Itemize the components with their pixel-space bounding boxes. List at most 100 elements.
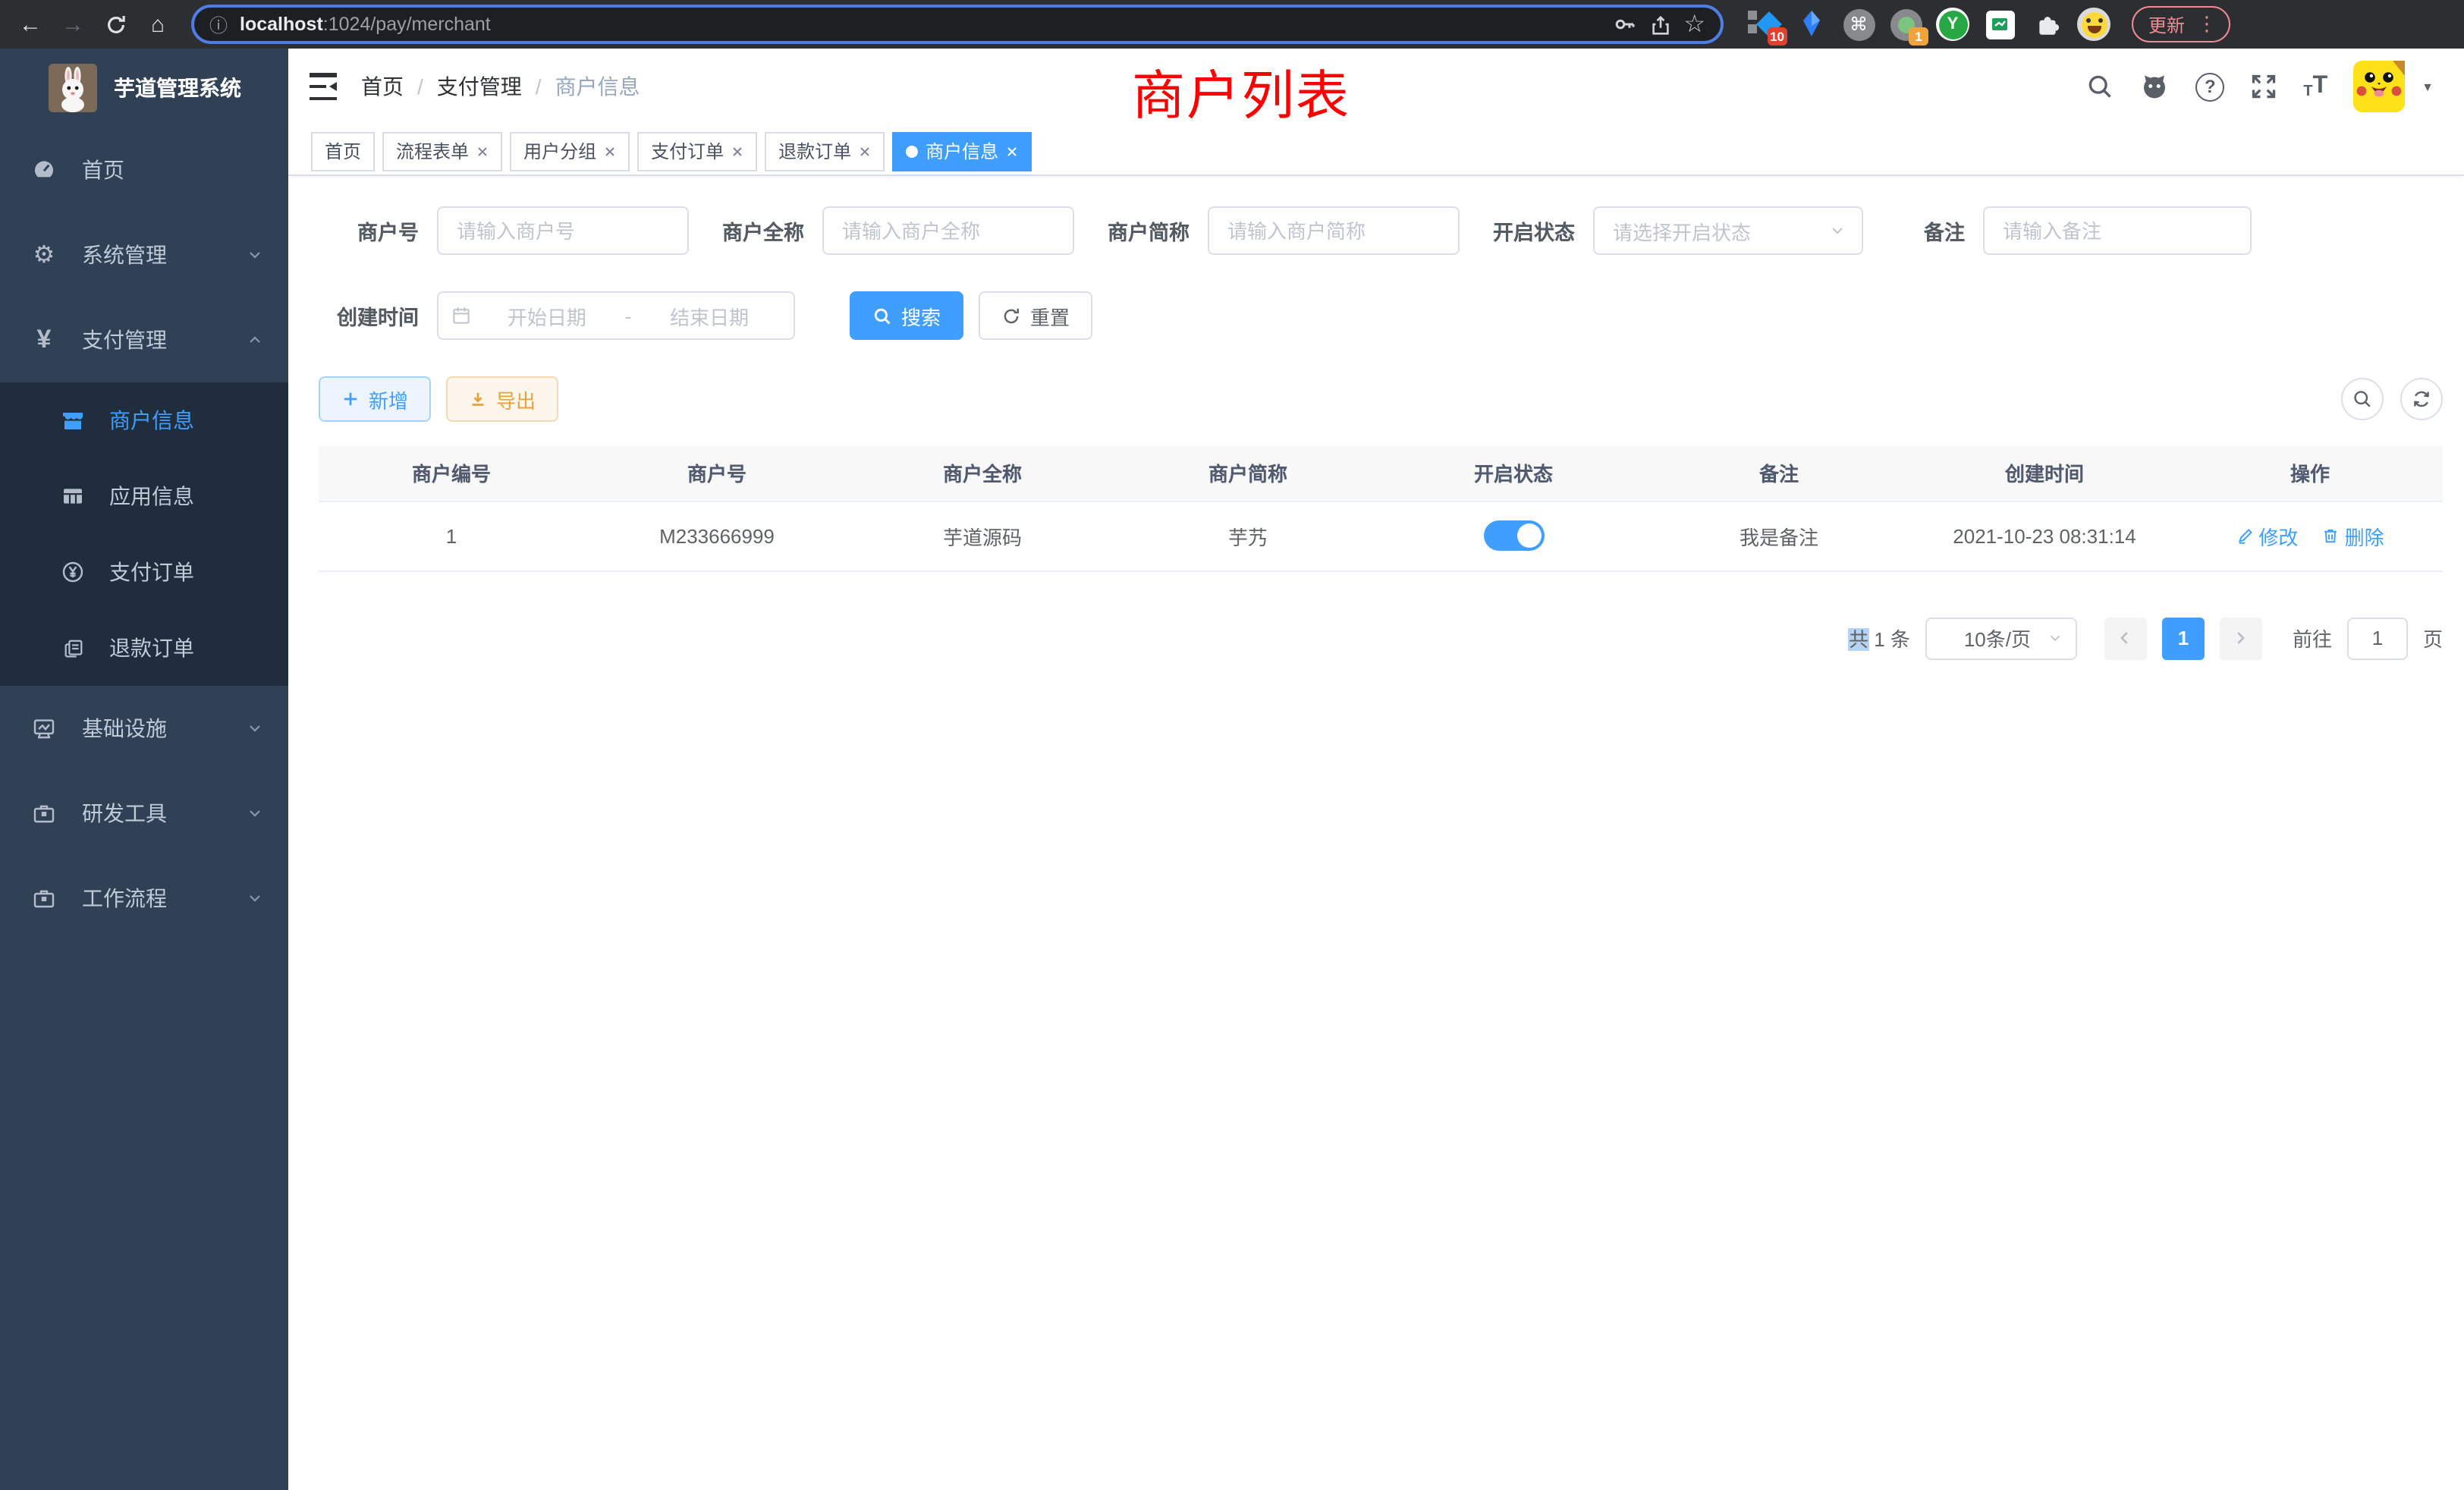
url-text: localhost:1024/pay/merchant bbox=[240, 14, 1600, 35]
site-info-icon[interactable]: ⓘ bbox=[209, 11, 228, 37]
close-icon[interactable] bbox=[1006, 145, 1018, 157]
sidebar-logo[interactable]: 芋道管理系统 bbox=[0, 49, 288, 127]
app-header: 首页 / 支付管理 / 商户信息 商户列表 bbox=[288, 49, 2464, 124]
sidebar-item-refund-order[interactable]: 退款订单 bbox=[0, 610, 288, 686]
dashboard-icon bbox=[30, 158, 58, 182]
browser-forward-icon[interactable]: → bbox=[55, 6, 91, 42]
tab-merchant-info[interactable]: 商户信息 bbox=[892, 131, 1032, 171]
create-time-label: 创建时间 bbox=[319, 300, 419, 331]
col-merchant-id: 商户编号 bbox=[319, 446, 584, 501]
status-select[interactable]: 请选择开启状态 bbox=[1593, 206, 1863, 255]
avatar-caret-icon[interactable]: ▼ bbox=[2422, 80, 2434, 93]
goto-page-input[interactable] bbox=[2347, 617, 2408, 659]
cell-merchant-no: M233666999 bbox=[584, 501, 850, 571]
close-icon[interactable] bbox=[731, 145, 743, 157]
sidebar-item-merchant-info[interactable]: 商户信息 bbox=[0, 382, 288, 458]
screen: ← → ⌂ ⓘ localhost:1024/pay/merchant bbox=[0, 0, 2464, 1490]
export-button[interactable]: 导出 bbox=[446, 376, 558, 422]
short-name-input[interactable] bbox=[1208, 206, 1460, 255]
share-icon[interactable] bbox=[1648, 13, 1671, 36]
sidebar-collapse-icon[interactable] bbox=[310, 73, 337, 100]
tab-pay-order[interactable]: 支付订单 bbox=[637, 131, 757, 171]
monitor-icon bbox=[30, 716, 58, 740]
date-range-picker[interactable]: 开始日期 - 结束日期 bbox=[437, 291, 795, 340]
table-toolbar: 新增 导出 bbox=[319, 376, 2443, 422]
extensions-puzzle-icon[interactable] bbox=[2030, 8, 2063, 41]
extension-diamond-icon[interactable]: 10 bbox=[1748, 8, 1781, 41]
address-bar[interactable]: ⓘ localhost:1024/pay/merchant ☆ bbox=[191, 5, 1724, 44]
breadcrumb: 首页 / 支付管理 / 商户信息 bbox=[361, 71, 640, 102]
browser-back-icon[interactable]: ← bbox=[12, 6, 49, 42]
extension-y-icon[interactable]: Y bbox=[1936, 8, 1969, 41]
extension-recorder-icon[interactable]: 1 bbox=[1889, 8, 1922, 41]
merchant-no-input[interactable] bbox=[437, 206, 689, 255]
chevron-right-icon bbox=[2233, 630, 2249, 646]
sidebar-item-app-info[interactable]: 应用信息 bbox=[0, 458, 288, 534]
sidebar-item-infra[interactable]: 基础设施 bbox=[0, 686, 288, 771]
toggle-search-button[interactable] bbox=[2341, 378, 2384, 420]
col-status: 开启状态 bbox=[1381, 446, 1646, 501]
edit-link[interactable]: 修改 bbox=[2236, 521, 2298, 550]
browser-reload-icon[interactable] bbox=[97, 6, 134, 42]
remark-input[interactable] bbox=[1983, 206, 2252, 255]
sidebar-item-system[interactable]: ⚙ 系统管理 bbox=[0, 212, 288, 297]
tab-user-group[interactable]: 用户分组 bbox=[510, 131, 630, 171]
close-icon[interactable] bbox=[604, 145, 616, 157]
calendar-icon bbox=[451, 305, 472, 326]
tab-process-form[interactable]: 流程表单 bbox=[382, 131, 502, 171]
breadcrumb-pay[interactable]: 支付管理 bbox=[437, 71, 522, 102]
toolbox-icon bbox=[30, 801, 58, 825]
extension-kite-icon[interactable] bbox=[1795, 8, 1828, 41]
chevron-down-icon bbox=[1828, 222, 1846, 240]
next-page-button[interactable] bbox=[2220, 617, 2262, 659]
github-icon[interactable] bbox=[2139, 71, 2170, 102]
tab-home[interactable]: 首页 bbox=[311, 131, 375, 171]
close-icon[interactable] bbox=[476, 145, 489, 157]
user-avatar[interactable] bbox=[2353, 61, 2405, 112]
col-merchant-no: 商户号 bbox=[584, 446, 850, 501]
tab-refund-order[interactable]: 退款订单 bbox=[765, 131, 885, 171]
sidebar-item-workflow[interactable]: 工作流程 bbox=[0, 856, 288, 941]
search-icon bbox=[872, 306, 892, 325]
extension-sheets-icon[interactable] bbox=[1983, 8, 2016, 41]
close-icon[interactable] bbox=[859, 145, 871, 157]
sidebar: 芋道管理系统 首页 ⚙ 系统管理 bbox=[0, 49, 288, 1490]
bookmark-star-icon[interactable]: ☆ bbox=[1683, 9, 1705, 39]
sidebar-item-devtools[interactable]: 研发工具 bbox=[0, 771, 288, 856]
extension-badge: 10 bbox=[1767, 27, 1787, 46]
page-1-button[interactable]: 1 bbox=[2162, 617, 2205, 659]
pencil-icon bbox=[2236, 527, 2254, 545]
browser-nav: ← → ⌂ bbox=[12, 6, 176, 42]
cell-create-time: 2021-10-23 08:31:14 bbox=[1912, 501, 2177, 571]
cell-full-name: 芋道源码 bbox=[850, 501, 1115, 571]
red-annotation-title: 商户列表 bbox=[1132, 53, 1350, 130]
extension-command-icon[interactable]: ⌘ bbox=[1842, 8, 1875, 41]
profile-emoji-avatar[interactable] bbox=[2077, 8, 2110, 41]
browser-update-button[interactable]: 更新 ⋮ bbox=[2132, 6, 2230, 42]
sidebar-item-home[interactable]: 首页 bbox=[0, 127, 288, 212]
search-icon[interactable] bbox=[2086, 73, 2114, 100]
sidebar-item-pay-order[interactable]: 支付订单 bbox=[0, 534, 288, 610]
font-size-icon[interactable]: TT bbox=[2303, 73, 2327, 100]
help-icon[interactable]: ? bbox=[2195, 72, 2224, 101]
status-toggle[interactable] bbox=[1483, 520, 1544, 551]
delete-link[interactable]: 删除 bbox=[2322, 521, 2384, 550]
full-name-input[interactable] bbox=[822, 206, 1074, 255]
fullscreen-icon[interactable] bbox=[2250, 73, 2277, 100]
chevron-down-icon bbox=[246, 719, 264, 737]
password-key-icon[interactable] bbox=[1612, 12, 1636, 36]
sidebar-item-pay[interactable]: ¥ 支付管理 bbox=[0, 297, 288, 382]
browser-menu-icon[interactable]: ⋮ bbox=[2197, 12, 2217, 36]
page-size-select[interactable]: 10条/页 bbox=[1925, 617, 2077, 659]
search-button[interactable]: 搜索 bbox=[850, 291, 963, 340]
breadcrumb-home[interactable]: 首页 bbox=[361, 71, 404, 102]
prev-page-button[interactable] bbox=[2104, 617, 2147, 659]
browser-home-icon[interactable]: ⌂ bbox=[140, 6, 176, 42]
extension-badge: 1 bbox=[1909, 27, 1928, 46]
browser-extensions: 10 ⌘ 1 Y bbox=[1748, 8, 2110, 41]
cell-remark: 我是备注 bbox=[1646, 501, 1912, 571]
reset-button[interactable]: 重置 bbox=[979, 291, 1092, 340]
chevron-down-icon bbox=[2047, 630, 2063, 646]
refresh-table-button[interactable] bbox=[2400, 378, 2443, 420]
add-button[interactable]: 新增 bbox=[319, 376, 431, 422]
